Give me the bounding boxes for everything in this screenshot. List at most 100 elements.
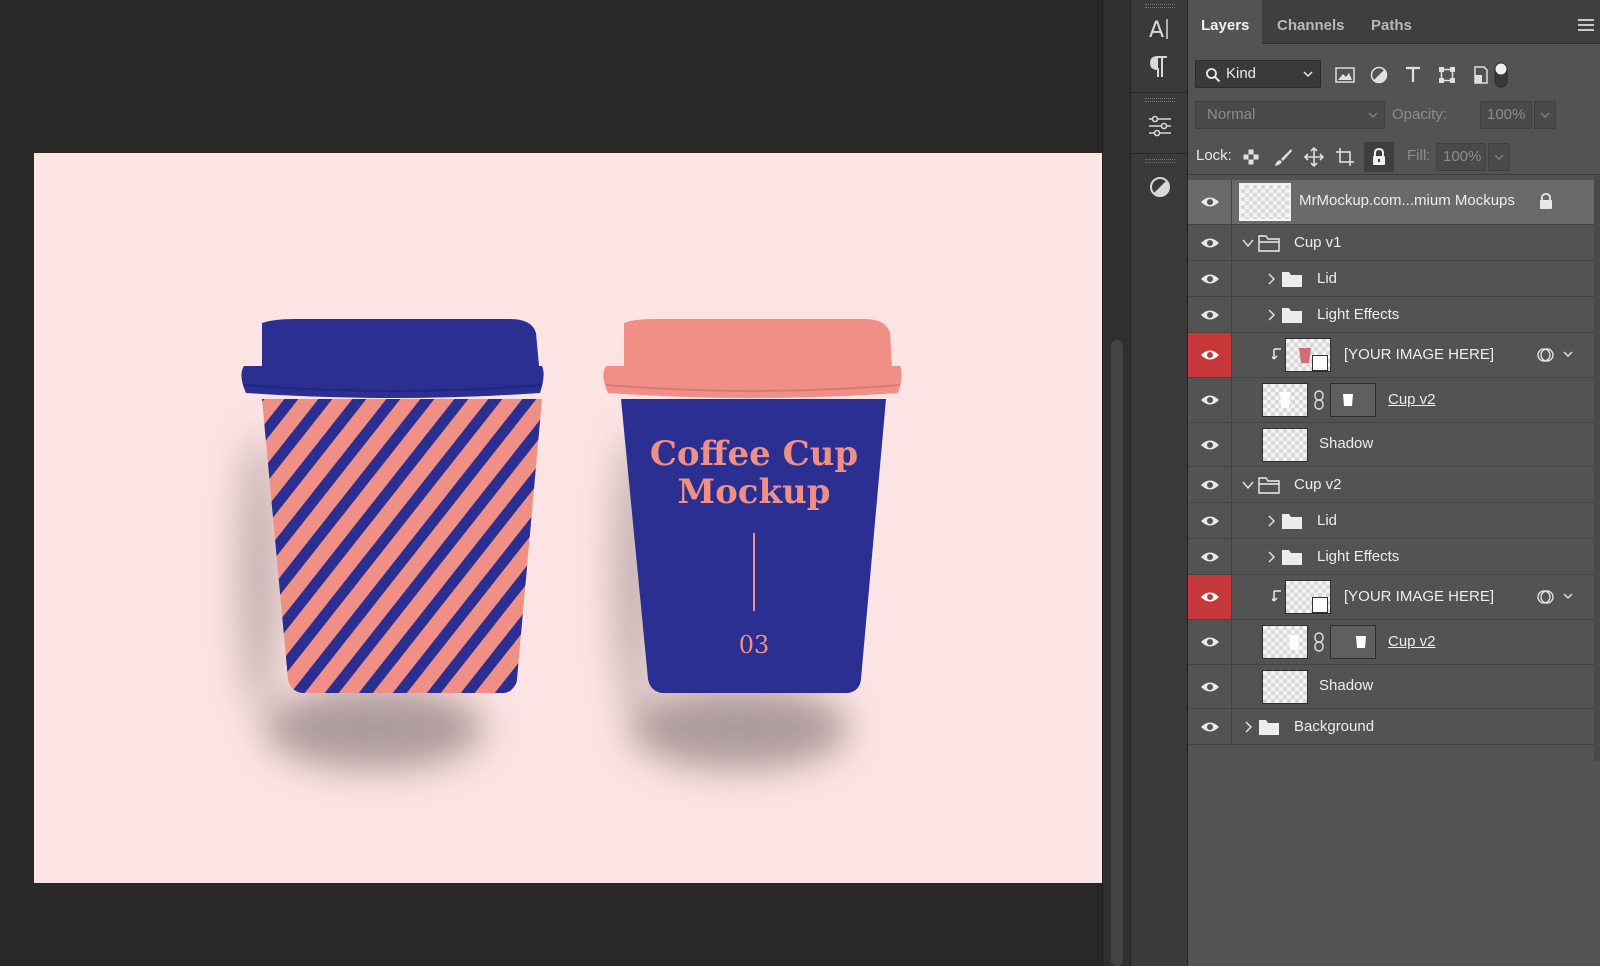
layer-thumbnail — [1239, 183, 1291, 221]
coffee-cup-mockup-artwork: Coffee Cup Mockup 03 — [34, 319, 902, 770]
opacity-field[interactable]: 100% — [1480, 101, 1532, 129]
layer-row[interactable]: MrMockup.com...mium Mockups — [1188, 180, 1600, 225]
shape-layer-filter-icon[interactable] — [1436, 65, 1458, 85]
chevron-down-icon[interactable] — [1242, 479, 1254, 491]
chevron-down-icon[interactable] — [1563, 351, 1573, 358]
blue-cup-lid-rim — [603, 366, 902, 398]
cup-stripe — [34, 383, 134, 713]
collapsed-panels-strip: A — [1130, 0, 1189, 966]
layer-row[interactable]: [YOUR IMAGE HERE] — [1188, 575, 1600, 620]
tab-layers[interactable]: Layers — [1188, 0, 1263, 45]
color-contrast-icon[interactable] — [1145, 172, 1175, 202]
tab-channels[interactable]: Channels — [1264, 0, 1358, 44]
layer-name: Lid — [1317, 270, 1338, 287]
paragraph-panel-icon[interactable] — [1145, 52, 1175, 82]
layer-row[interactable]: Shadow — [1188, 423, 1600, 467]
layer-row[interactable]: Cup v2 — [1188, 378, 1600, 423]
layer-row[interactable]: Shadow — [1188, 665, 1600, 709]
layer-row[interactable]: Light Effects — [1188, 297, 1600, 333]
layer-row[interactable]: Background — [1188, 709, 1600, 745]
mask-link-icon[interactable] — [1313, 390, 1325, 410]
lock-transparent-pixels-icon[interactable] — [1240, 146, 1262, 168]
pixel-layer-filter-icon[interactable] — [1334, 65, 1356, 85]
layer-mask-thumbnail[interactable] — [1330, 383, 1376, 417]
panel-grip[interactable] — [1145, 159, 1175, 163]
chevron-right-icon[interactable] — [1265, 309, 1277, 321]
layer-row[interactable]: Cup v1 — [1188, 225, 1600, 261]
lock-position-icon[interactable] — [1303, 146, 1325, 168]
cup-stripe — [34, 383, 236, 713]
layer-effects-icon[interactable] — [1536, 347, 1554, 363]
layer-thumbnail — [1262, 428, 1308, 462]
canvas-vertical-scrollbar[interactable] — [1102, 0, 1130, 966]
lock-all-icon[interactable] — [1364, 142, 1394, 172]
visibility-eye-icon[interactable] — [1188, 297, 1232, 332]
clipping-mask-icon — [1272, 590, 1281, 602]
layer-name: Cup v1 — [1294, 234, 1342, 251]
filter-toggle-icon[interactable] — [1492, 62, 1510, 88]
lock-row: Lock: Fill: 100% — [1188, 139, 1600, 175]
smart-object-filter-icon[interactable] — [1470, 65, 1492, 85]
visibility-eye-icon[interactable] — [1188, 709, 1232, 744]
visibility-eye-icon[interactable] — [1188, 378, 1232, 422]
panel-tab-bar: Layers Channels Paths — [1188, 0, 1600, 45]
tab-paths[interactable]: Paths — [1358, 0, 1425, 44]
adjustments-panel-icon[interactable] — [1145, 111, 1175, 141]
lock-image-pixels-icon[interactable] — [1272, 146, 1294, 168]
layer-name: [YOUR IMAGE HERE] — [1344, 346, 1495, 363]
adjustment-layer-filter-icon[interactable] — [1368, 65, 1390, 85]
chevron-down-icon[interactable] — [1242, 237, 1254, 249]
filter-kind-select[interactable]: Kind — [1195, 60, 1321, 88]
visibility-eye-icon[interactable] — [1188, 261, 1232, 296]
photoshop-window: Coffee Cup Mockup 03 A Layers Channels P… — [0, 0, 1600, 966]
cup-number: 03 — [739, 631, 770, 659]
canvas-workspace[interactable]: Coffee Cup Mockup 03 — [0, 0, 1102, 966]
visibility-eye-icon[interactable] — [1188, 620, 1232, 664]
visibility-eye-icon[interactable] — [1188, 665, 1232, 708]
document-canvas[interactable]: Coffee Cup Mockup 03 — [34, 153, 1102, 883]
visibility-eye-icon[interactable] — [1188, 575, 1232, 619]
layer-filter-row: Kind — [1188, 55, 1600, 91]
chevron-right-icon[interactable] — [1265, 551, 1277, 563]
mask-link-icon[interactable] — [1313, 632, 1325, 652]
visibility-eye-icon[interactable] — [1188, 503, 1232, 538]
visibility-eye-icon[interactable] — [1188, 225, 1232, 260]
panel-grip[interactable] — [1145, 98, 1175, 102]
chevron-right-icon[interactable] — [1265, 515, 1277, 527]
layer-name: Cup v2 — [1388, 391, 1436, 408]
visibility-eye-icon[interactable] — [1188, 467, 1232, 502]
fill-dropdown[interactable] — [1488, 143, 1510, 171]
scrollbar-thumb[interactable] — [1111, 340, 1123, 966]
lock-artboard-icon[interactable] — [1334, 146, 1356, 168]
layer-name: Background — [1294, 718, 1375, 735]
visibility-eye-icon[interactable] — [1188, 333, 1232, 377]
panel-grip[interactable] — [1145, 4, 1175, 8]
layer-name: Shadow — [1319, 435, 1374, 452]
layer-effects-icon[interactable] — [1536, 589, 1554, 605]
fill-field[interactable]: 100% — [1436, 143, 1486, 171]
chevron-right-icon[interactable] — [1265, 273, 1277, 285]
layer-row[interactable]: [YOUR IMAGE HERE] — [1188, 333, 1600, 378]
chevron-down-icon[interactable] — [1563, 593, 1573, 600]
layer-row[interactable]: Light Effects — [1188, 539, 1600, 575]
chevron-right-icon[interactable] — [1242, 721, 1254, 733]
layers-panel: Layers Channels Paths Kind Normal Opacit… — [1188, 0, 1600, 966]
type-layer-filter-icon[interactable] — [1402, 65, 1424, 85]
visibility-eye-icon[interactable] — [1188, 539, 1232, 574]
layer-lock-icon — [1540, 193, 1552, 209]
layer-thumbnail — [1262, 670, 1308, 704]
cup-stripe — [262, 399, 275, 693]
visibility-eye-icon[interactable] — [1188, 423, 1232, 466]
layer-mask-thumbnail[interactable] — [1330, 625, 1376, 659]
panel-menu-icon[interactable] — [1578, 19, 1594, 31]
layer-row[interactable]: Cup v2 — [1188, 620, 1600, 665]
layer-row[interactable]: Cup v2 — [1188, 467, 1600, 503]
opacity-dropdown[interactable] — [1534, 101, 1556, 129]
layer-row[interactable]: Lid — [1188, 261, 1600, 297]
layer-row[interactable]: Lid — [1188, 503, 1600, 539]
layers-scrollbar[interactable] — [1594, 176, 1600, 761]
blend-mode-value: Normal — [1207, 106, 1256, 123]
character-panel-icon[interactable]: A — [1145, 14, 1175, 44]
blend-mode-select[interactable]: Normal — [1195, 101, 1385, 129]
visibility-eye-icon[interactable] — [1188, 180, 1232, 224]
